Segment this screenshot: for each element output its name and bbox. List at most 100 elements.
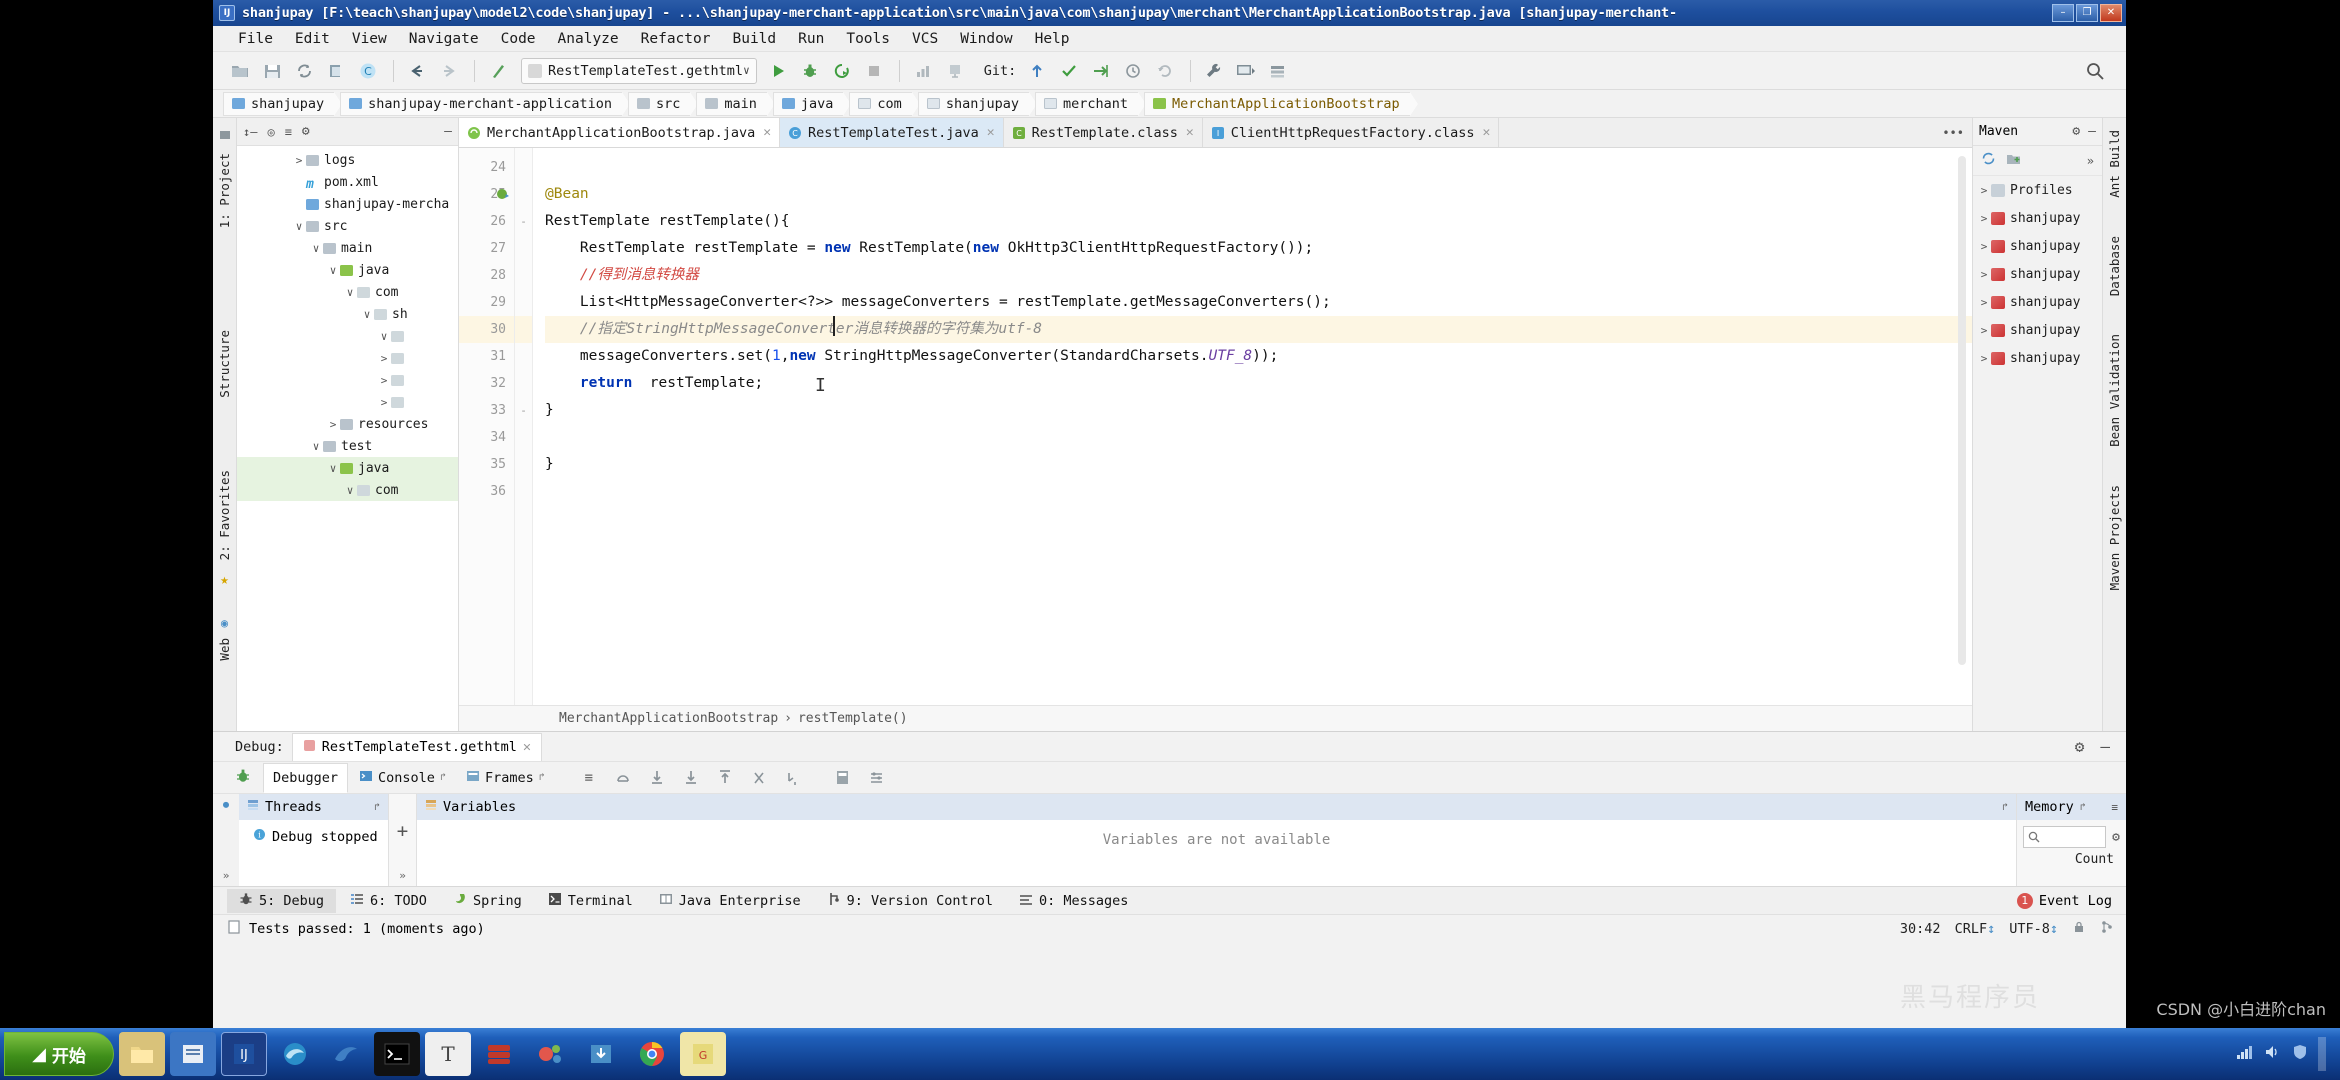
chevron-right-icon[interactable]: >: [377, 352, 391, 365]
collapse-icon[interactable]: ↕—: [243, 125, 257, 139]
window-controls[interactable]: – ❐ ✕: [2052, 4, 2122, 22]
bottom-tab-messages[interactable]: 0: Messages: [1007, 889, 1140, 913]
status-right-group[interactable]: 30:42 CRLF↕ UTF-8↕: [1900, 920, 2126, 938]
tab-debugger[interactable]: Debugger: [263, 762, 349, 793]
close-icon[interactable]: ✕: [763, 125, 771, 140]
back-arrow-icon[interactable]: [402, 57, 432, 85]
chevron-right-icon[interactable]: >: [1977, 184, 1991, 197]
pin-icon[interactable]: ↱: [2002, 802, 2008, 813]
sidebar-item-bean-validation[interactable]: Bean Validation: [2107, 328, 2122, 453]
start-button[interactable]: ◢ 开始: [4, 1032, 114, 1076]
code-line[interactable]: @Bean: [545, 181, 1972, 208]
stack-icon[interactable]: [1263, 57, 1293, 85]
menu-run[interactable]: Run: [787, 29, 835, 49]
tree-node[interactable]: >: [237, 347, 458, 369]
minimize-button[interactable]: –: [2052, 4, 2074, 22]
memory-pane[interactable]: Memory ↱ ≡ ⚙ Count: [2016, 794, 2126, 886]
menu-bar[interactable]: File Edit View Navigate Code Analyze Ref…: [213, 26, 2126, 52]
pdf-icon[interactable]: G: [680, 1032, 726, 1076]
refresh-icon[interactable]: [1981, 151, 1996, 170]
maven-row[interactable]: > shanjupay: [1973, 260, 2102, 288]
bottom-tool-tabs[interactable]: 5: Debug 6: TODO Spring Terminal Java En…: [213, 886, 2126, 914]
tree-node[interactable]: ∨ test: [237, 435, 458, 457]
rerun-coverage-icon[interactable]: [827, 57, 857, 85]
tab-rest-template-test[interactable]: C RestTemplateTest.java ✕: [780, 118, 1004, 147]
close-icon[interactable]: ✕: [1186, 125, 1194, 140]
commit-icon[interactable]: [1054, 57, 1084, 85]
settings-icon[interactable]: [862, 764, 892, 792]
gear-icon[interactable]: ⚙: [302, 124, 310, 139]
chevron-down-icon[interactable]: ∨: [309, 242, 323, 255]
chevron-right-icon[interactable]: >: [1977, 268, 1991, 281]
debug-side-strip[interactable]: ⏺ »: [213, 794, 239, 886]
debugger-toolbar[interactable]: Debugger Console ↱ Frames ↱ ≡: [213, 762, 2126, 794]
editor-scrollbar[interactable]: [1958, 156, 1968, 697]
downloads-icon[interactable]: [578, 1032, 624, 1076]
breadcrumb-item-3[interactable]: main: [696, 91, 775, 116]
tree-node[interactable]: >: [237, 391, 458, 413]
pin-icon[interactable]: ↱: [440, 772, 446, 783]
memory-search-input[interactable]: [2023, 826, 2107, 848]
chevron-right-icon[interactable]: >: [292, 154, 306, 167]
edge-icon[interactable]: [272, 1032, 318, 1076]
main-toolbar[interactable]: C RestTemplateTest.gethtml ∨ Git:: [213, 52, 2126, 90]
add-watch-icon[interactable]: +: [397, 820, 408, 842]
save-all-icon[interactable]: [257, 57, 287, 85]
tab-console[interactable]: Console ↱: [350, 763, 455, 793]
hide-icon[interactable]: —: [444, 124, 452, 139]
maven-tree[interactable]: > Profiles > shanjupay > shanjupay > shanjupay >…: [1973, 176, 2102, 372]
variables-pane[interactable]: Variables ↱ Variables are not available: [417, 794, 2016, 886]
code-line[interactable]: List<HttpMessageConverter<?>> messageCon…: [545, 289, 1972, 316]
maven-row[interactable]: > shanjupay: [1973, 288, 2102, 316]
chevron-right-icon[interactable]: >: [377, 396, 391, 409]
more-icon[interactable]: »: [223, 869, 230, 882]
branch-icon[interactable]: [2100, 920, 2114, 938]
update-project-icon[interactable]: [1022, 57, 1052, 85]
run-icon[interactable]: [763, 57, 793, 85]
shield-icon[interactable]: [2292, 1044, 2308, 1064]
chevron-down-icon[interactable]: ∨: [343, 286, 357, 299]
breadcrumb[interactable]: shanjupay shanjupay-merchant-application…: [213, 90, 2126, 118]
chevron-down-icon[interactable]: ∨: [360, 308, 374, 321]
tab-list-icon[interactable]: •••: [1942, 126, 1964, 140]
debug-session-tab[interactable]: RestTemplateTest.gethtml ✕: [291, 732, 542, 761]
maven-row[interactable]: > shanjupay: [1973, 232, 2102, 260]
threads-side-icon[interactable]: ⏺: [223, 798, 230, 813]
tree-node[interactable]: ∨ src: [237, 215, 458, 237]
sort-icon[interactable]: ≡: [285, 125, 292, 139]
source-code[interactable]: @Bean RestTemplate restTemplate(){ RestTe…: [533, 148, 1972, 705]
tree-node[interactable]: >: [237, 369, 458, 391]
history-icon[interactable]: [1118, 57, 1148, 85]
gear-icon[interactable]: ⚙: [2072, 124, 2080, 139]
sidebar-item-database[interactable]: Database: [2107, 230, 2122, 302]
menu-code[interactable]: Code: [490, 29, 547, 49]
mute-breakpoints-icon[interactable]: ≡: [574, 764, 604, 792]
open-folder-icon[interactable]: [225, 57, 255, 85]
close-button[interactable]: ✕: [2100, 4, 2122, 22]
push-icon[interactable]: [1086, 57, 1116, 85]
chevron-right-icon[interactable]: >: [1977, 352, 1991, 365]
breadcrumb-item-6[interactable]: shanjupay: [917, 91, 1038, 116]
project-tree[interactable]: > logs m pom.xml shanjupay-mercha ∨ src ∨ main ∨ j…: [237, 146, 458, 731]
menu-analyze[interactable]: Analyze: [547, 29, 630, 49]
show-desktop[interactable]: [2318, 1037, 2326, 1071]
breadcrumb-class[interactable]: MerchantApplicationBootstrap: [559, 711, 778, 726]
event-log-button[interactable]: 1 Event Log: [2016, 892, 2126, 909]
tree-node[interactable]: ∨ com: [237, 479, 458, 501]
build-icon[interactable]: [483, 57, 513, 85]
code-line[interactable]: }: [545, 397, 1972, 424]
maven-row[interactable]: > Profiles: [1973, 176, 2102, 204]
pin-icon[interactable]: ↱: [374, 802, 380, 813]
right-tool-strip[interactable]: Ant Build Database Bean Validation Maven…: [2102, 118, 2126, 731]
editor-breadcrumb-bottom[interactable]: MerchantApplicationBootstrap › restTempl…: [459, 705, 1972, 731]
evaluate-icon[interactable]: [828, 764, 858, 792]
code-line[interactable]: //指定StringHttpMessageConverter消息转换器的字符集为…: [545, 316, 1972, 343]
variables-side-strip[interactable]: + »: [389, 794, 417, 886]
editor-tabs[interactable]: MerchantApplicationBootstrap.java ✕ C Re…: [459, 118, 1972, 148]
project-panel-header[interactable]: ↕— ◎ ≡ ⚙ —: [237, 118, 458, 146]
dolphin-icon[interactable]: [323, 1032, 369, 1076]
chevron-right-icon[interactable]: >: [326, 418, 340, 431]
maximize-button[interactable]: ❐: [2076, 4, 2098, 22]
chevron-down-icon[interactable]: ∨: [343, 484, 357, 497]
minimize-icon[interactable]: —: [2100, 737, 2110, 756]
